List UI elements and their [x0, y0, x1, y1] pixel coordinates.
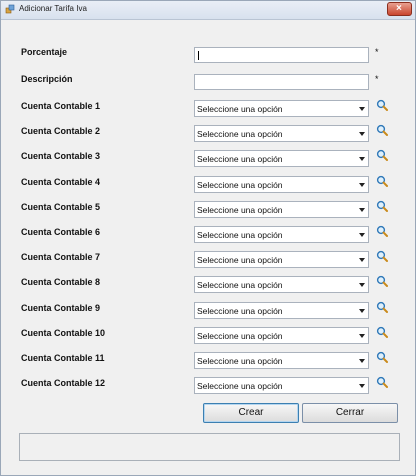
descripcion-label: Descripción [21, 74, 73, 84]
search-icon[interactable] [376, 175, 388, 187]
cuenta-contable-select[interactable]: Seleccione una opción [194, 251, 369, 269]
cuenta-contable-select[interactable]: Seleccione una opción [194, 125, 369, 143]
dialog-window: Adicionar Tarifa Iva × Porcentaje * Desc… [0, 0, 416, 476]
text-caret [198, 51, 199, 60]
chevron-down-icon[interactable] [359, 258, 365, 263]
cuenta-contable-select[interactable]: Seleccione una opción [194, 377, 369, 395]
select-value: Seleccione una opción [197, 305, 283, 316]
cuenta-contable-select[interactable]: Seleccione una opción [194, 100, 369, 117]
search-icon[interactable] [376, 99, 388, 111]
window-title: Adicionar Tarifa Iva [19, 4, 87, 13]
cuenta-contable-select[interactable]: Seleccione una opción [194, 200, 369, 218]
search-icon[interactable] [376, 250, 388, 263]
search-icon[interactable] [376, 275, 388, 288]
select-value: Seleccione una opción [197, 129, 283, 140]
cuenta-contable-select[interactable]: Seleccione una opción [194, 226, 369, 243]
chevron-down-icon[interactable] [359, 308, 365, 313]
cuenta-contable-label: Cuenta Contable 4 [21, 176, 101, 187]
chevron-down-icon[interactable] [359, 283, 365, 288]
cuenta-contable-label: Cuenta Contable 8 [21, 277, 101, 288]
select-value: Seleccione una opción [197, 154, 283, 165]
search-icon[interactable] [376, 301, 388, 313]
select-value: Seleccione una opción [197, 179, 283, 190]
title-bar: Adicionar Tarifa Iva × [1, 1, 415, 20]
cuenta-contable-label: Cuenta Contable 1 [21, 101, 101, 111]
search-icon[interactable] [376, 149, 388, 162]
close-window-button[interactable]: × [387, 2, 412, 16]
chevron-down-icon[interactable] [359, 359, 365, 363]
descripcion-input[interactable] [194, 74, 369, 90]
cuenta-contable-label: Cuenta Contable 5 [21, 201, 101, 212]
select-value: Seleccione una opción [197, 104, 283, 114]
search-icon[interactable] [376, 351, 388, 363]
select-value: Seleccione una opción [197, 381, 283, 392]
cuenta-contable-select[interactable]: Seleccione una opción [194, 352, 369, 369]
search-icon[interactable] [376, 225, 388, 237]
status-bar [19, 433, 400, 461]
close-icon: × [396, 3, 402, 14]
search-icon[interactable] [376, 376, 388, 389]
chevron-down-icon[interactable] [359, 384, 365, 389]
chevron-down-icon[interactable] [359, 132, 365, 137]
crear-button[interactable]: Crear [203, 403, 299, 423]
select-value: Seleccione una opción [197, 230, 283, 240]
porcentaje-label: Porcentaje [21, 47, 68, 57]
cuenta-contable-select[interactable]: Seleccione una opción [194, 301, 369, 319]
app-icon [5, 4, 15, 14]
cuenta-contable-select[interactable]: Seleccione una opción [194, 150, 369, 168]
cuenta-contable-select[interactable]: Seleccione una opción [194, 175, 369, 193]
chevron-down-icon[interactable] [359, 333, 365, 338]
cuenta-contable-label: Cuenta Contable 3 [21, 151, 101, 162]
cuenta-contable-select[interactable]: Seleccione una opción [194, 276, 369, 294]
chevron-down-icon[interactable] [359, 157, 365, 162]
search-icon[interactable] [376, 200, 388, 212]
cuenta-contable-label: Cuenta Contable 7 [21, 252, 101, 263]
search-icon[interactable] [376, 124, 388, 137]
chevron-down-icon[interactable] [359, 107, 365, 111]
select-value: Seleccione una opción [197, 280, 283, 291]
porcentaje-required-mark: * [375, 47, 379, 57]
cuenta-contable-label: Cuenta Contable 6 [21, 227, 101, 237]
cuenta-contable-label: Cuenta Contable 10 [21, 327, 106, 338]
select-value: Seleccione una opción [197, 356, 283, 366]
cuenta-contable-label: Cuenta Contable 11 [21, 353, 105, 363]
porcentaje-input[interactable] [194, 47, 369, 63]
chevron-down-icon[interactable] [359, 233, 365, 237]
cerrar-button[interactable]: Cerrar [302, 403, 398, 423]
descripcion-required-mark: * [375, 74, 379, 84]
cuenta-contable-label: Cuenta Contable 9 [21, 302, 101, 313]
cuenta-contable-select[interactable]: Seleccione una opción [194, 326, 369, 344]
chevron-down-icon[interactable] [359, 182, 365, 187]
select-value: Seleccione una opción [197, 204, 283, 215]
cuenta-contable-label: Cuenta Contable 2 [21, 126, 101, 137]
cuenta-contable-label: Cuenta Contable 12 [21, 378, 106, 389]
chevron-down-icon[interactable] [359, 207, 365, 212]
select-value: Seleccione una opción [197, 255, 283, 266]
select-value: Seleccione una opción [197, 330, 283, 341]
search-icon[interactable] [376, 326, 388, 338]
